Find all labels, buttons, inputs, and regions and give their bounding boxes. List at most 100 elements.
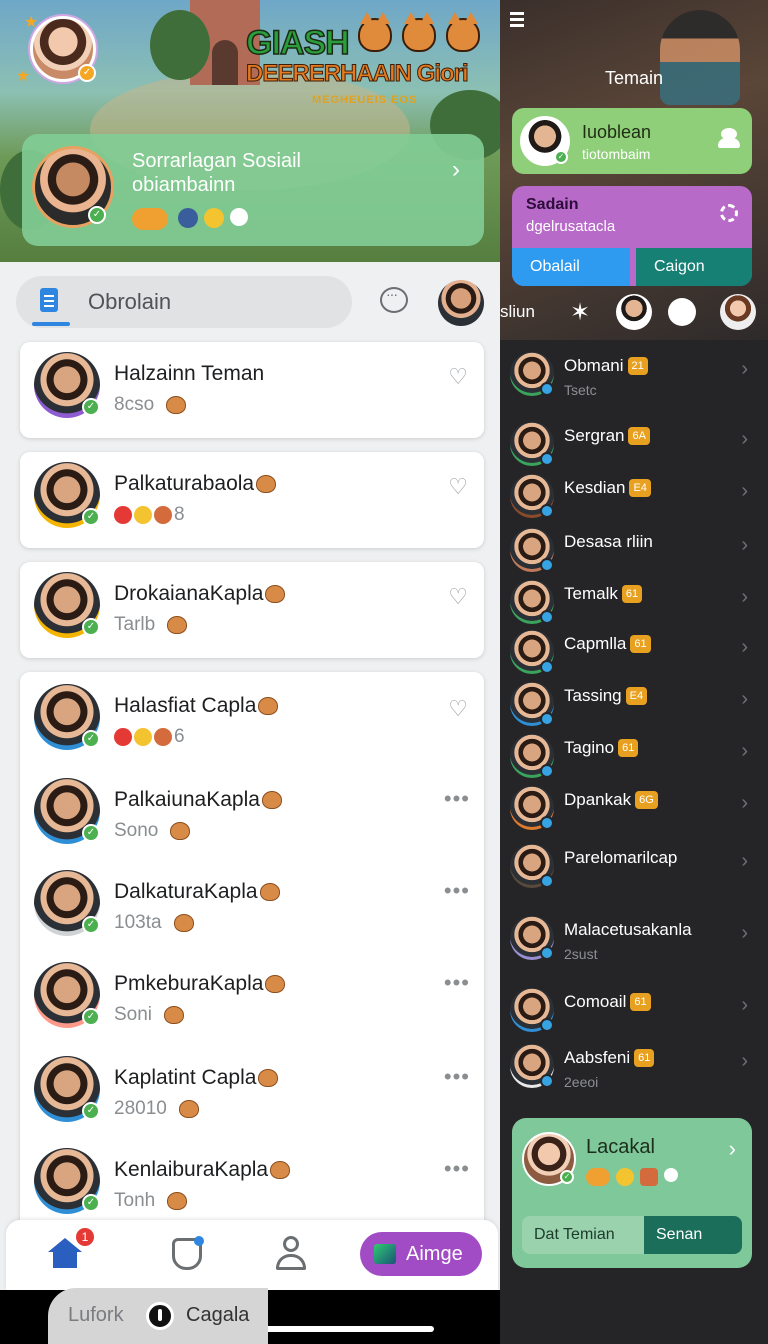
chevron-right-icon[interactable]: › [729, 1136, 736, 1162]
quick-friend-avatar[interactable] [720, 294, 756, 330]
friend-name-text: DalkaturaKapla [114, 880, 258, 903]
friend-list-name: Sergran 6A [564, 426, 650, 446]
friend-row[interactable]: ✓ Kaplatint Capla 28010 ••• [20, 1056, 484, 1136]
more-options-icon[interactable]: ••• [444, 1156, 470, 1182]
verified-icon: ✓ [560, 1170, 574, 1184]
bottom-left-label[interactable]: Lufork [68, 1304, 124, 1327]
image-button[interactable]: Aimge [360, 1232, 482, 1276]
sparkle-icon: ✶ [570, 299, 591, 326]
home-indicator[interactable] [248, 1326, 434, 1332]
friend-row[interactable]: ✓ PalkaiunaKapla Sono ••• [20, 778, 484, 858]
friend-list-name: Capmlla 61 [564, 634, 651, 654]
friend-row[interactable]: ✓ PmkeburaKapla Soni ••• [20, 962, 484, 1042]
friend-list-item[interactable]: Aabsfeni 61 2eeoi › [500, 1040, 768, 1090]
chevron-right-icon[interactable]: › [741, 994, 748, 1017]
friend-list-item[interactable]: Parelomarilcap › [500, 840, 768, 890]
alert-icon[interactable] [146, 1302, 174, 1330]
image-icon [374, 1244, 396, 1264]
friend-status: 6 [114, 726, 185, 748]
friends-hero: Temain ✓ Iuoblean tiotombaim Sadain dgel… [500, 0, 768, 340]
friend-list-item[interactable]: Temalk 61 › [500, 576, 768, 626]
heart-icon[interactable]: ♡ [448, 364, 468, 390]
chevron-right-icon[interactable]: › [741, 358, 748, 381]
more-options-icon[interactable]: ••• [444, 970, 470, 996]
friend-row[interactable]: ✓ Halasfiat Capla 6 ♡ [20, 684, 484, 764]
more-options-icon[interactable]: ••• [444, 786, 470, 812]
friend-status: 8 [114, 504, 185, 526]
online-check-icon [540, 1018, 554, 1032]
menu-icon[interactable] [510, 12, 524, 30]
friend-list-item[interactable]: Malacetusakanla 2sust › [500, 912, 768, 962]
friend-row[interactable]: ✓ KenlaiburaKapla Tonh ••• [20, 1148, 484, 1228]
friend-list-item[interactable]: Tassing E4 › [500, 678, 768, 728]
chevron-right-icon[interactable]: › [452, 156, 460, 184]
person-icon[interactable] [276, 1236, 306, 1272]
friend-row[interactable]: ✓ Palkaturabaola 8 ♡ [20, 462, 484, 542]
online-check-icon: ✓ [82, 1008, 100, 1026]
chat-bubble-icon[interactable] [380, 286, 408, 313]
chevron-right-icon[interactable]: › [741, 586, 748, 609]
search-action-label: Caigon [654, 258, 705, 275]
friend-row[interactable]: ✓ DrokaianaKapla Tarlb ♡ [20, 572, 484, 652]
friend-list-item[interactable]: Obmani 21 Tsetc › [500, 348, 768, 398]
more-options-icon[interactable]: ••• [444, 1064, 470, 1090]
friend-list-name: Aabsfeni 61 [564, 1048, 655, 1068]
smile-icon [204, 208, 224, 228]
friend-list-name: Malacetusakanla [564, 920, 692, 940]
heart-icon[interactable]: ♡ [448, 696, 468, 722]
friend-name: DalkaturaKapla [114, 880, 280, 904]
chevron-right-icon[interactable]: › [741, 534, 748, 557]
local-card[interactable]: ✓ Lacakal › Dat Temian Senan [512, 1118, 752, 1268]
friend-list-name-text: Obmani [564, 356, 624, 375]
friend-name: Halzainn Teman [114, 362, 264, 386]
game-banner[interactable]: ✓ ★ ★ GIASH DEERERHAAIN Giori MEGHEUEIS … [0, 0, 500, 262]
settings-gear-icon[interactable] [720, 204, 738, 222]
social-card[interactable]: ✓ Sorrarlagan Sosiail obiambainn › [22, 134, 484, 246]
friend-row[interactable]: ✓ Halzainn Teman 8cso ♡ [20, 352, 484, 432]
friend-list-item[interactable]: Tagino 61 › [500, 730, 768, 780]
friend-list-item[interactable]: Kesdian E4 › [500, 470, 768, 520]
friend-list-item[interactable]: Capmlla 61 › [500, 626, 768, 676]
friend-list-name-text: Kesdian [564, 478, 626, 497]
heart-icon[interactable]: ♡ [448, 584, 468, 610]
chat-action-button[interactable]: Obalail [512, 248, 630, 286]
search-subtitle: dgelrusatacla [526, 218, 616, 235]
cat-emoji-icon [270, 1161, 291, 1180]
search-action-button[interactable]: Caigon [636, 248, 752, 286]
bottom-right-label[interactable]: Cagala [186, 1304, 249, 1327]
friend-list-name-text: Desasa rliin [564, 532, 653, 551]
send-button[interactable]: Senan [644, 1216, 742, 1254]
chevron-right-icon[interactable]: › [741, 428, 748, 451]
reaction-emoji-icon [114, 505, 132, 524]
more-options-icon[interactable]: ••• [444, 878, 470, 904]
my-avatar[interactable] [438, 280, 484, 326]
friend-list-item[interactable]: Sergran 6A › [500, 418, 768, 468]
group-icon[interactable] [718, 128, 740, 148]
chevron-right-icon[interactable]: › [741, 850, 748, 873]
quick-friend-avatar[interactable] [616, 294, 652, 330]
chevron-right-icon[interactable]: › [741, 922, 748, 945]
tab-chat[interactable]: Obrolain [16, 276, 352, 328]
chevron-right-icon[interactable]: › [741, 792, 748, 815]
chevron-right-icon[interactable]: › [741, 480, 748, 503]
online-check-icon [540, 382, 554, 396]
friend-status-text: 8cso [114, 394, 155, 415]
friend-list-item[interactable]: Dpankak 6G › [500, 782, 768, 832]
friend-name-text: PalkaiunaKapla [114, 788, 260, 811]
friend-date-button[interactable]: Dat Temian [522, 1216, 644, 1254]
friend-list-name-text: Sergran [564, 426, 625, 445]
level-badge: 61 [630, 635, 651, 653]
ghost-icon[interactable] [668, 298, 696, 326]
friend-list-item[interactable]: Desasa rliin › [500, 524, 768, 574]
chevron-right-icon[interactable]: › [741, 636, 748, 659]
local-title: Lacakal [586, 1136, 655, 1158]
chevron-right-icon[interactable]: › [741, 740, 748, 763]
friend-name-text: Halasfiat Capla [114, 694, 257, 717]
friend-row[interactable]: ✓ DalkaturaKapla 103ta ••• [20, 870, 484, 950]
chevron-right-icon[interactable]: › [741, 1050, 748, 1073]
online-check-icon: ✓ [82, 618, 100, 636]
friend-list-item[interactable]: Comoail 61 › [500, 984, 768, 1034]
heart-icon[interactable]: ♡ [448, 474, 468, 500]
invite-card[interactable]: ✓ Iuoblean tiotombaim [512, 108, 752, 174]
chevron-right-icon[interactable]: › [741, 688, 748, 711]
